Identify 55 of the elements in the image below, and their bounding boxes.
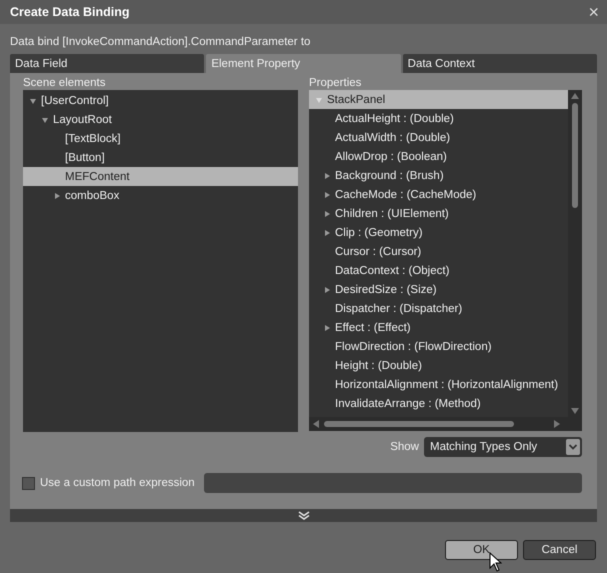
mouse-cursor-icon xyxy=(489,552,502,572)
property-item[interactable]: Dispatcher : (Dispatcher) xyxy=(309,299,568,318)
property-item[interactable]: FlowDirection : (FlowDirection) xyxy=(309,337,568,356)
dialog-button[interactable]: Cancel xyxy=(523,540,596,560)
collapsed-arrow-icon[interactable] xyxy=(323,210,331,218)
dialog-button[interactable]: OK xyxy=(445,540,518,560)
property-item[interactable]: DataContext : (Object) xyxy=(309,261,568,280)
tree-item[interactable]: [Button] xyxy=(23,148,298,167)
section-label: Scene elements xyxy=(23,77,106,90)
expanded-arrow-icon[interactable] xyxy=(41,116,49,124)
scroll-up-arrow-icon[interactable] xyxy=(571,93,579,99)
path-input-field[interactable] xyxy=(204,473,582,493)
tree-item[interactable]: [UserControl] xyxy=(23,91,298,110)
property-item[interactable]: ActualWidth : (Double) xyxy=(309,128,568,147)
tree-item[interactable]: LayoutRoot xyxy=(23,110,298,129)
show-label: Show xyxy=(390,441,419,453)
tree-item[interactable]: comboBox xyxy=(23,186,298,205)
scroll-right-arrow-icon[interactable] xyxy=(554,420,560,428)
expanded-arrow-icon xyxy=(315,96,323,104)
checkbox-label: Use a custom path expression xyxy=(40,477,195,489)
scroll-down-arrow-icon[interactable] xyxy=(571,408,579,414)
property-item[interactable]: InvalidateArrange : (Method) xyxy=(309,394,568,413)
property-item[interactable]: Height : (Double) xyxy=(309,356,568,375)
scroll-left-arrow-icon[interactable] xyxy=(313,420,319,428)
vertical-scrollbar[interactable] xyxy=(568,90,582,417)
property-item[interactable]: Background : (Brush) xyxy=(309,166,568,185)
collapsed-arrow-icon[interactable] xyxy=(323,190,331,198)
collapsed-arrow-icon[interactable] xyxy=(53,192,61,200)
tab[interactable]: Data Field xyxy=(10,54,204,73)
property-item[interactable]: Clip : (Geometry) xyxy=(309,223,568,242)
show-dropdown[interactable]: Matching Types Only xyxy=(424,437,582,457)
property-item[interactable]: AllowDrop : (Boolean) xyxy=(309,147,568,166)
window-title: Create Data Binding xyxy=(10,5,130,19)
tab[interactable]: Data Context xyxy=(402,54,597,73)
close-button[interactable]: × xyxy=(586,3,601,21)
collapsed-arrow-icon[interactable] xyxy=(323,324,331,332)
tree-item[interactable]: [TextBlock] xyxy=(23,129,298,148)
property-item[interactable]: HorizontalAlignment : (HorizontalAlignment) xyxy=(309,375,568,394)
tree-item[interactable]: StackPanel xyxy=(309,90,568,109)
property-item[interactable]: Children : (UIElement) xyxy=(309,204,568,223)
collapsed-arrow-icon[interactable] xyxy=(323,172,331,180)
property-item[interactable]: DesiredSize : (Size) xyxy=(309,280,568,299)
property-item[interactable]: Cursor : (Cursor) xyxy=(309,242,568,261)
collapsed-arrow-icon[interactable] xyxy=(323,228,331,236)
section-label: Properties xyxy=(309,77,362,90)
double-chevron-icon[interactable] xyxy=(298,511,310,520)
property-item[interactable]: ActualHeight : (Double) xyxy=(309,109,568,128)
property-item[interactable]: CacheMode : (CacheMode) xyxy=(309,185,568,204)
horizontal-scrollbar[interactable] xyxy=(309,417,582,431)
prompt-text: Data bind [InvokeCommandAction].CommandParameter to xyxy=(9,35,312,50)
expanded-arrow-icon[interactable] xyxy=(29,96,37,104)
collapsed-arrow-icon[interactable] xyxy=(323,286,331,294)
property-item[interactable]: Effect : (Effect) xyxy=(309,318,568,337)
tree-item[interactable]: MEFContent xyxy=(23,167,298,186)
checkbox[interactable] xyxy=(22,476,35,490)
